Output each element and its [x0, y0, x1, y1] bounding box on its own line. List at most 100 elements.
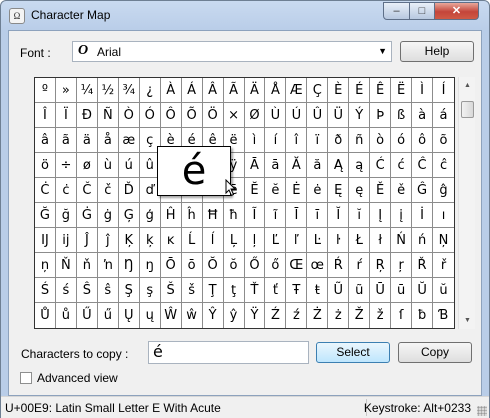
character-cell[interactable]: ı	[433, 203, 454, 228]
character-cell[interactable]: ũ	[349, 278, 371, 303]
character-cell[interactable]: Ñ	[97, 103, 119, 128]
character-cell[interactable]: Ä	[244, 78, 266, 103]
character-cell[interactable]: ø	[76, 153, 98, 178]
character-cell[interactable]: Ŗ	[370, 253, 392, 278]
character-cell[interactable]: Î	[35, 103, 56, 128]
character-cell[interactable]: ę	[349, 178, 371, 203]
character-cell[interactable]: Ɓ	[433, 303, 454, 328]
character-cell[interactable]: ā	[265, 153, 287, 178]
character-cell[interactable]: Þ	[370, 103, 392, 128]
character-cell[interactable]: ſ	[391, 303, 413, 328]
font-select[interactable]: O Arial ▼	[72, 41, 392, 62]
character-cell[interactable]: Ò	[118, 103, 140, 128]
character-cell[interactable]: ć	[391, 153, 413, 178]
character-cell[interactable]: ¾	[118, 78, 140, 103]
character-cell[interactable]: ô	[412, 128, 434, 153]
character-cell[interactable]: ï	[307, 128, 329, 153]
character-cell[interactable]: Ü	[328, 103, 350, 128]
character-cell[interactable]: î	[286, 128, 308, 153]
character-cell[interactable]: ú	[118, 153, 140, 178]
character-cell[interactable]: Ĵ	[76, 228, 98, 253]
character-cell[interactable]: Œ	[286, 253, 308, 278]
minimize-button[interactable]: –	[383, 2, 410, 20]
character-cell[interactable]: ŷ	[224, 303, 245, 328]
character-cell[interactable]: Ÿ	[245, 303, 266, 328]
character-cell[interactable]: Í	[433, 78, 454, 103]
character-cell[interactable]: Ů	[35, 303, 56, 328]
character-cell[interactable]: Ç	[307, 78, 329, 103]
character-cell[interactable]: Ù	[265, 103, 287, 128]
character-cell[interactable]: œ	[307, 253, 329, 278]
character-cell[interactable]: ŧ	[307, 278, 329, 303]
grid-scrollbar[interactable]: ▲ ▼	[458, 77, 475, 329]
character-cell[interactable]: ŏ	[223, 253, 245, 278]
character-cell[interactable]: ð	[328, 128, 350, 153]
character-cell[interactable]: ī	[307, 203, 329, 228]
copy-button[interactable]: Copy	[398, 342, 472, 363]
character-cell[interactable]: É	[349, 78, 371, 103]
character-cell[interactable]: Č	[76, 178, 98, 203]
character-cell[interactable]: ŗ	[391, 253, 413, 278]
character-cell[interactable]: ġ	[97, 203, 119, 228]
character-cell[interactable]: Ĺ	[181, 228, 203, 253]
chevron-down-icon[interactable]: ▼	[378, 46, 387, 56]
character-cell[interactable]: ř	[433, 253, 454, 278]
character-cell[interactable]: ğ	[55, 203, 77, 228]
character-cell[interactable]: ń	[412, 228, 434, 253]
character-cell[interactable]: ĉ	[433, 153, 454, 178]
character-cell[interactable]: ņ	[35, 253, 56, 278]
character-cell[interactable]: ļ	[244, 228, 266, 253]
character-cell[interactable]: ä	[76, 128, 98, 153]
character-cell[interactable]: ź	[286, 303, 308, 328]
character-cell[interactable]: ĝ	[433, 178, 454, 203]
character-cell[interactable]: Ì	[412, 78, 434, 103]
character-cell[interactable]: Ŝ	[76, 278, 98, 303]
character-cell[interactable]: Â	[202, 78, 224, 103]
character-cell[interactable]: Ĝ	[412, 178, 434, 203]
character-cell[interactable]: Ľ	[265, 228, 287, 253]
character-cell[interactable]: Ð	[76, 103, 98, 128]
character-cell[interactable]: ĭ	[349, 203, 371, 228]
character-cell[interactable]: ū	[391, 278, 413, 303]
character-cell[interactable]: č	[97, 178, 119, 203]
character-cell[interactable]: Ŋ	[118, 253, 140, 278]
character-cell[interactable]: Ň	[55, 253, 77, 278]
character-cell[interactable]: ų	[140, 303, 161, 328]
character-cell[interactable]: õ	[433, 128, 454, 153]
character-cell[interactable]: Ô	[160, 103, 182, 128]
character-cell[interactable]: ķ	[139, 228, 161, 253]
character-cell[interactable]: ĥ	[181, 203, 203, 228]
character-cell[interactable]: ō	[181, 253, 203, 278]
character-cell[interactable]: Ğ	[35, 203, 56, 228]
character-cell[interactable]: ƀ	[412, 303, 434, 328]
character-cell[interactable]: ì	[244, 128, 266, 153]
character-cell[interactable]: Ļ	[223, 228, 245, 253]
scroll-up-icon[interactable]: ▲	[459, 77, 476, 94]
character-cell[interactable]: Ď	[118, 178, 140, 203]
character-cell[interactable]: ĵ	[97, 228, 119, 253]
character-cell[interactable]: ö	[35, 153, 56, 178]
character-cell[interactable]: Ŵ	[161, 303, 182, 328]
character-cell[interactable]: Ġ	[76, 203, 98, 228]
character-cell[interactable]: ň	[76, 253, 98, 278]
character-cell[interactable]: å	[97, 128, 119, 153]
character-cell[interactable]: ě	[391, 178, 413, 203]
character-cell[interactable]: Ű	[77, 303, 98, 328]
character-cell[interactable]: ő	[265, 253, 287, 278]
character-cell[interactable]: Ě	[370, 178, 392, 203]
character-grid[interactable]: º» ¼ ½ ¾ ¿ À Á Â Ã Ä Å Æ Ç È É Ê Ë Ì Í Î Ï Ð Ñ Ò Ó Ô Õ Ö × Ø Ù Ú Û Ü Ý Þß à á…	[34, 77, 455, 329]
character-cell[interactable]: Ť	[244, 278, 266, 303]
character-cell[interactable]: Ę	[328, 178, 350, 203]
character-cell[interactable]: Ë	[391, 78, 413, 103]
character-cell[interactable]: Ş	[118, 278, 140, 303]
character-cell[interactable]: Ķ	[118, 228, 140, 253]
character-cell[interactable]: ŵ	[182, 303, 203, 328]
character-cell[interactable]: Ō	[160, 253, 182, 278]
character-cell[interactable]: ¼	[76, 78, 98, 103]
character-cell[interactable]: ù	[97, 153, 119, 178]
character-cell[interactable]: ă	[307, 153, 329, 178]
character-cell[interactable]: á	[433, 103, 454, 128]
select-button[interactable]: Select	[316, 342, 390, 363]
maximize-button[interactable]: □	[409, 2, 435, 20]
character-cell[interactable]: Å	[265, 78, 287, 103]
